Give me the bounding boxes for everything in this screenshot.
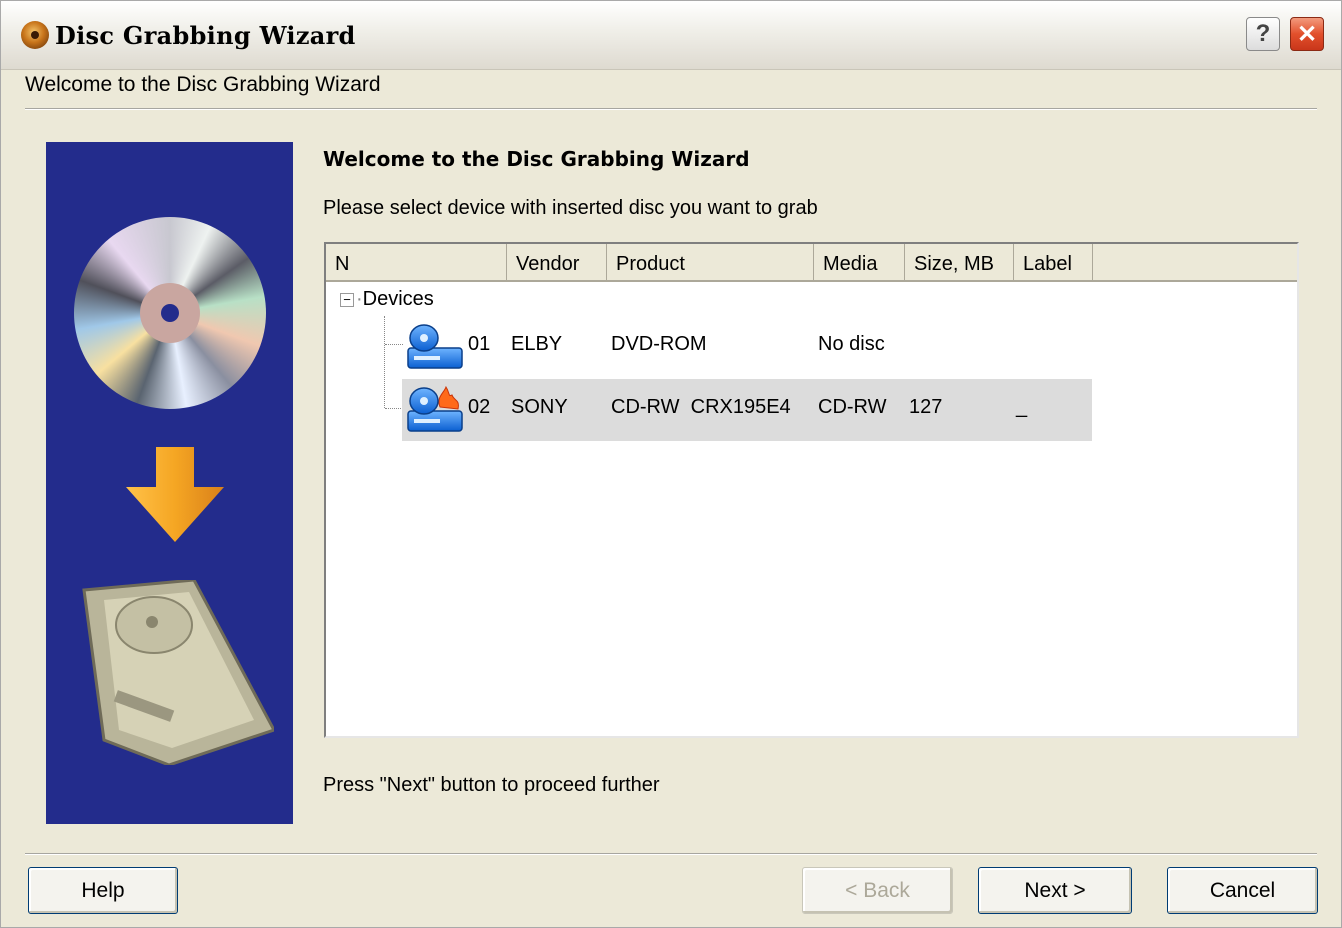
column-header-media[interactable]: Media	[814, 244, 905, 282]
device-row[interactable]: 01 ELBY DVD-ROM No disc	[402, 316, 1092, 378]
wizard-window: Disc Grabbing Wizard ? ✕ Welcome to the …	[0, 0, 1342, 928]
column-header-label[interactable]: Label	[1014, 244, 1093, 282]
cell-product: CD-RW CRX195E4	[611, 396, 791, 418]
cd-disc-icon	[74, 217, 266, 409]
list-header: N Vendor Product Media Size, MB Label	[326, 244, 1297, 282]
column-header-size[interactable]: Size, MB	[905, 244, 1014, 282]
cell-n: 02	[468, 396, 491, 418]
window-title: Disc Grabbing Wizard	[55, 21, 356, 50]
tree-branch	[385, 344, 403, 345]
column-header-vendor[interactable]: Vendor	[507, 244, 607, 282]
header-divider	[25, 108, 1317, 110]
tree-root-devices[interactable]: − · Devices	[340, 288, 434, 311]
instruction-text: Please select device with inserted disc …	[323, 197, 818, 219]
back-button[interactable]: < Back	[802, 867, 953, 914]
tree-line	[384, 316, 385, 408]
cancel-button[interactable]: Cancel	[1167, 867, 1318, 914]
device-list[interactable]: N Vendor Product Media Size, MB Label − …	[324, 242, 1299, 738]
wizard-subtitle: Welcome to the Disc Grabbing Wizard	[25, 73, 381, 96]
hard-drive-icon	[82, 580, 274, 765]
column-header-filler	[1093, 244, 1297, 282]
title-bar[interactable]: Disc Grabbing Wizard ? ✕	[1, 1, 1341, 70]
cell-vendor: ELBY	[511, 333, 563, 355]
wizard-side-banner	[46, 142, 293, 824]
proceed-hint: Press "Next" button to proceed further	[323, 774, 660, 796]
cell-media: CD-RW	[818, 396, 887, 418]
tree-branch	[385, 408, 403, 409]
device-row-selected[interactable]: 02 SONY CD-RW CRX195E4 CD-RW 127 _	[402, 379, 1092, 441]
app-icon	[21, 21, 49, 49]
column-header-product[interactable]: Product	[607, 244, 814, 282]
column-header-n[interactable]: N	[326, 244, 507, 282]
cd-burner-icon	[407, 385, 463, 432]
cell-vendor: SONY	[511, 396, 568, 418]
help-title-button[interactable]: ?	[1246, 17, 1280, 51]
cell-label: _	[1016, 396, 1028, 418]
next-button[interactable]: Next >	[978, 867, 1132, 914]
down-arrow-icon	[126, 447, 224, 542]
cell-n: 01	[468, 333, 491, 355]
collapse-icon[interactable]: −	[340, 292, 354, 307]
cell-size: 127	[909, 396, 943, 418]
cell-media: No disc	[818, 333, 885, 355]
dvd-drive-icon	[407, 324, 463, 369]
help-button[interactable]: Help	[28, 867, 178, 914]
cell-product: DVD-ROM	[611, 333, 707, 355]
footer-divider	[25, 853, 1317, 855]
close-button[interactable]: ✕	[1290, 17, 1324, 51]
tree-root-label: Devices	[362, 288, 434, 310]
page-heading: Welcome to the Disc Grabbing Wizard	[323, 147, 750, 171]
